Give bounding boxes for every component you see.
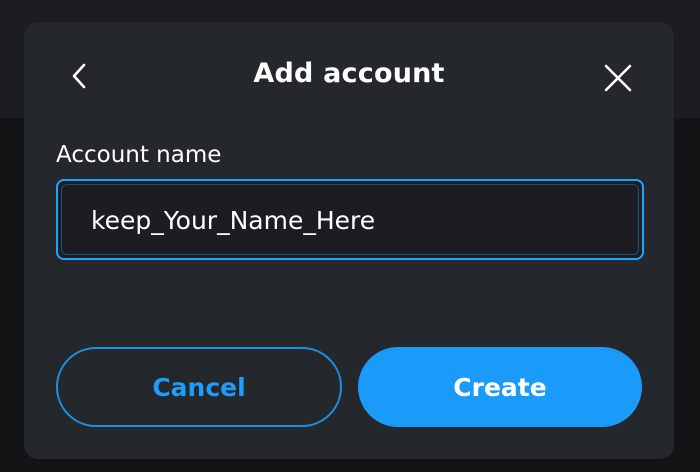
close-icon — [603, 63, 633, 97]
dialog-title: Add account — [253, 58, 445, 89]
cancel-button[interactable]: Cancel — [56, 347, 342, 427]
add-account-dialog: Add account Account name Cancel Create — [24, 22, 674, 459]
account-name-field — [56, 179, 644, 260]
account-name-input[interactable] — [91, 201, 611, 239]
close-button[interactable] — [596, 60, 640, 100]
account-name-label: Account name — [56, 142, 222, 168]
create-button[interactable]: Create — [358, 347, 642, 427]
